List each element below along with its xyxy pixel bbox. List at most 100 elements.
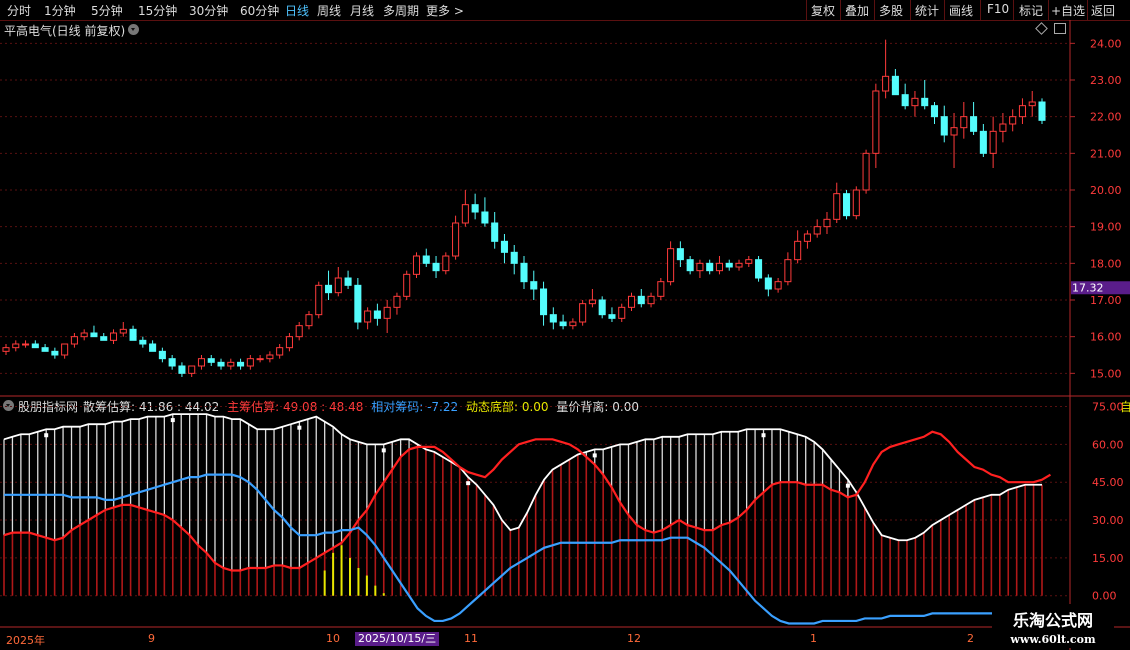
price-tick-label: 20.00 <box>1090 184 1122 197</box>
price-tick-label: 21.00 <box>1090 147 1122 160</box>
candle-down <box>149 343 157 352</box>
candle-up <box>305 314 313 327</box>
candlestick-series <box>2 39 1046 377</box>
candle-up <box>657 281 665 297</box>
candle-up <box>403 273 411 297</box>
indicator-tick-label: 60.00 <box>1092 438 1124 451</box>
candle-down <box>530 281 538 290</box>
candle-down <box>373 310 381 319</box>
candle-up <box>1028 101 1036 107</box>
candle-down <box>598 299 606 316</box>
candle-down <box>676 248 684 261</box>
candle-down <box>637 295 645 305</box>
candle-up <box>950 127 958 136</box>
candle-up <box>285 336 293 349</box>
candle-up <box>80 332 88 338</box>
indicator-tick-label: 0.00 <box>1092 590 1117 603</box>
candle-up <box>735 262 743 268</box>
candle-down <box>921 97 929 107</box>
candle-down <box>559 321 567 327</box>
candle-up <box>266 354 274 360</box>
candle-down <box>764 277 772 290</box>
candle-down <box>168 358 176 367</box>
candle-up <box>862 152 870 191</box>
date-label-sep: 9 <box>148 632 155 645</box>
scatter-marker <box>297 425 302 430</box>
candle-up <box>784 259 792 283</box>
candle-up <box>227 361 235 367</box>
candle-up <box>794 240 802 261</box>
candle-down <box>500 240 508 253</box>
candle-up <box>412 255 421 275</box>
scatter-marker <box>592 453 597 458</box>
scatter-marker <box>170 418 175 423</box>
candle-up <box>197 358 206 367</box>
scatter-marker <box>845 483 850 488</box>
candle-down <box>725 262 733 268</box>
date-label-jan: 1 <box>810 632 817 645</box>
candle-up <box>960 116 968 129</box>
price-tick-label: 23.00 <box>1090 74 1122 87</box>
candle-up <box>852 189 860 217</box>
candle-down <box>891 75 899 96</box>
candle-up <box>872 90 880 154</box>
candle-down <box>979 130 987 154</box>
scatter-chip-line <box>3 413 1042 542</box>
watermark-logo: 乐淘公式网 www.60lt.com <box>992 604 1114 648</box>
candle-up <box>999 123 1007 132</box>
candle-down <box>540 288 548 316</box>
candle-down <box>481 211 489 224</box>
date-label-2025: 2025年 <box>6 634 45 647</box>
candle-down <box>686 259 694 272</box>
candle-down <box>217 361 225 367</box>
scatter-marker <box>761 433 766 438</box>
candle-up <box>334 277 342 294</box>
grid-lines <box>0 20 1130 650</box>
candle-up <box>461 204 469 224</box>
candle-down <box>344 277 352 286</box>
candle-down <box>422 255 430 264</box>
candle-up <box>70 336 78 345</box>
candle-up <box>61 343 69 356</box>
candle-up <box>188 365 196 374</box>
candle-up <box>745 259 753 264</box>
chart-canvas[interactable]: 24.0023.0022.0021.0020.0019.0018.0017.00… <box>0 0 1130 650</box>
price-tick-label: 18.00 <box>1090 257 1122 270</box>
candle-down <box>471 204 479 213</box>
candle-up <box>569 321 577 327</box>
candle-up <box>276 347 284 356</box>
price-tick-label: 16.00 <box>1090 331 1122 344</box>
candle-down <box>158 350 166 360</box>
current-price-text: 17.32 <box>1072 281 1104 294</box>
candle-up <box>833 193 841 220</box>
candle-up <box>618 306 626 319</box>
price-tick-label: 19.00 <box>1090 221 1122 234</box>
candle-down <box>31 343 39 349</box>
date-label-feb: 2 <box>967 632 974 645</box>
candle-down <box>100 336 108 341</box>
scatter-marker <box>44 433 49 438</box>
scatter-marker <box>381 448 386 453</box>
candle-up <box>1018 105 1026 118</box>
candle-up <box>823 218 831 228</box>
candle-up <box>383 306 391 319</box>
candle-down <box>930 105 939 118</box>
candle-down <box>432 262 440 272</box>
candle-up <box>667 248 675 283</box>
indicator-tick-label: 75.00 <box>1092 401 1124 414</box>
candle-down <box>324 284 333 294</box>
price-tick-label: 24.00 <box>1090 37 1122 50</box>
candle-up <box>882 75 890 92</box>
candle-up <box>442 255 450 272</box>
candle-down <box>178 365 186 374</box>
selected-date-badge: 2025/10/15/三 <box>355 632 440 646</box>
date-label-dec: 12 <box>627 632 641 645</box>
candle-up <box>295 325 303 338</box>
candle-up <box>627 295 636 308</box>
date-label-oct: 10 <box>326 632 340 645</box>
candle-up <box>2 347 10 352</box>
candle-down <box>940 116 948 136</box>
candle-down <box>755 259 763 279</box>
candle-up <box>647 295 655 305</box>
candle-down <box>354 284 362 323</box>
